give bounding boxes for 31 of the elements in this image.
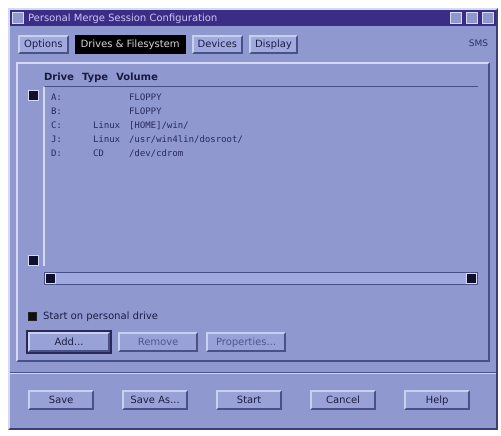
tab[interactable]: Display	[248, 34, 298, 54]
list-cell-text: FLOPPY	[129, 93, 163, 103]
column-header: Drive	[44, 72, 74, 85]
list-button[interactable]: Add...	[28, 332, 110, 352]
dialog-button[interactable]: Save As...	[122, 390, 188, 410]
list-cell-text: A:	[51, 93, 63, 103]
horizontal-scrollbar[interactable]	[44, 272, 478, 285]
tab[interactable]: Drives & Filesystem	[74, 34, 186, 54]
dialog-button[interactable]: Cancel	[310, 390, 376, 410]
list-cell-text: B:	[51, 107, 63, 117]
dialog-button[interactable]: Save	[28, 390, 94, 410]
list-cell-text: CD	[93, 149, 105, 159]
checkbox-label: Start on personal drive	[43, 311, 158, 322]
dialog-button[interactable]: Help	[404, 390, 470, 410]
column-header: Type	[82, 72, 108, 85]
list-cell-text: J:	[51, 135, 63, 145]
window-title: Personal Merge Session Configuration	[28, 12, 218, 24]
tab[interactable]: Devices	[192, 34, 243, 54]
tab[interactable]: Options	[18, 34, 69, 54]
column-header: Volume	[116, 72, 158, 85]
list-cell-text: C:	[51, 121, 63, 131]
list-cell-text: D:	[51, 149, 63, 159]
dialog-button[interactable]: Start	[216, 390, 282, 410]
list-cell-text: Linux	[93, 135, 122, 145]
list-cell-text: /usr/win4lin/dosroot/	[129, 135, 244, 145]
tab-bar-label: SMS	[468, 39, 488, 49]
checkbox[interactable]	[28, 312, 37, 321]
list-cell-text: [HOME]/win/	[129, 121, 190, 131]
list-cell-text: Linux	[93, 121, 122, 131]
list-cell-text: FLOPPY	[129, 107, 163, 117]
list-cell-text: /dev/cdrom	[129, 149, 184, 159]
